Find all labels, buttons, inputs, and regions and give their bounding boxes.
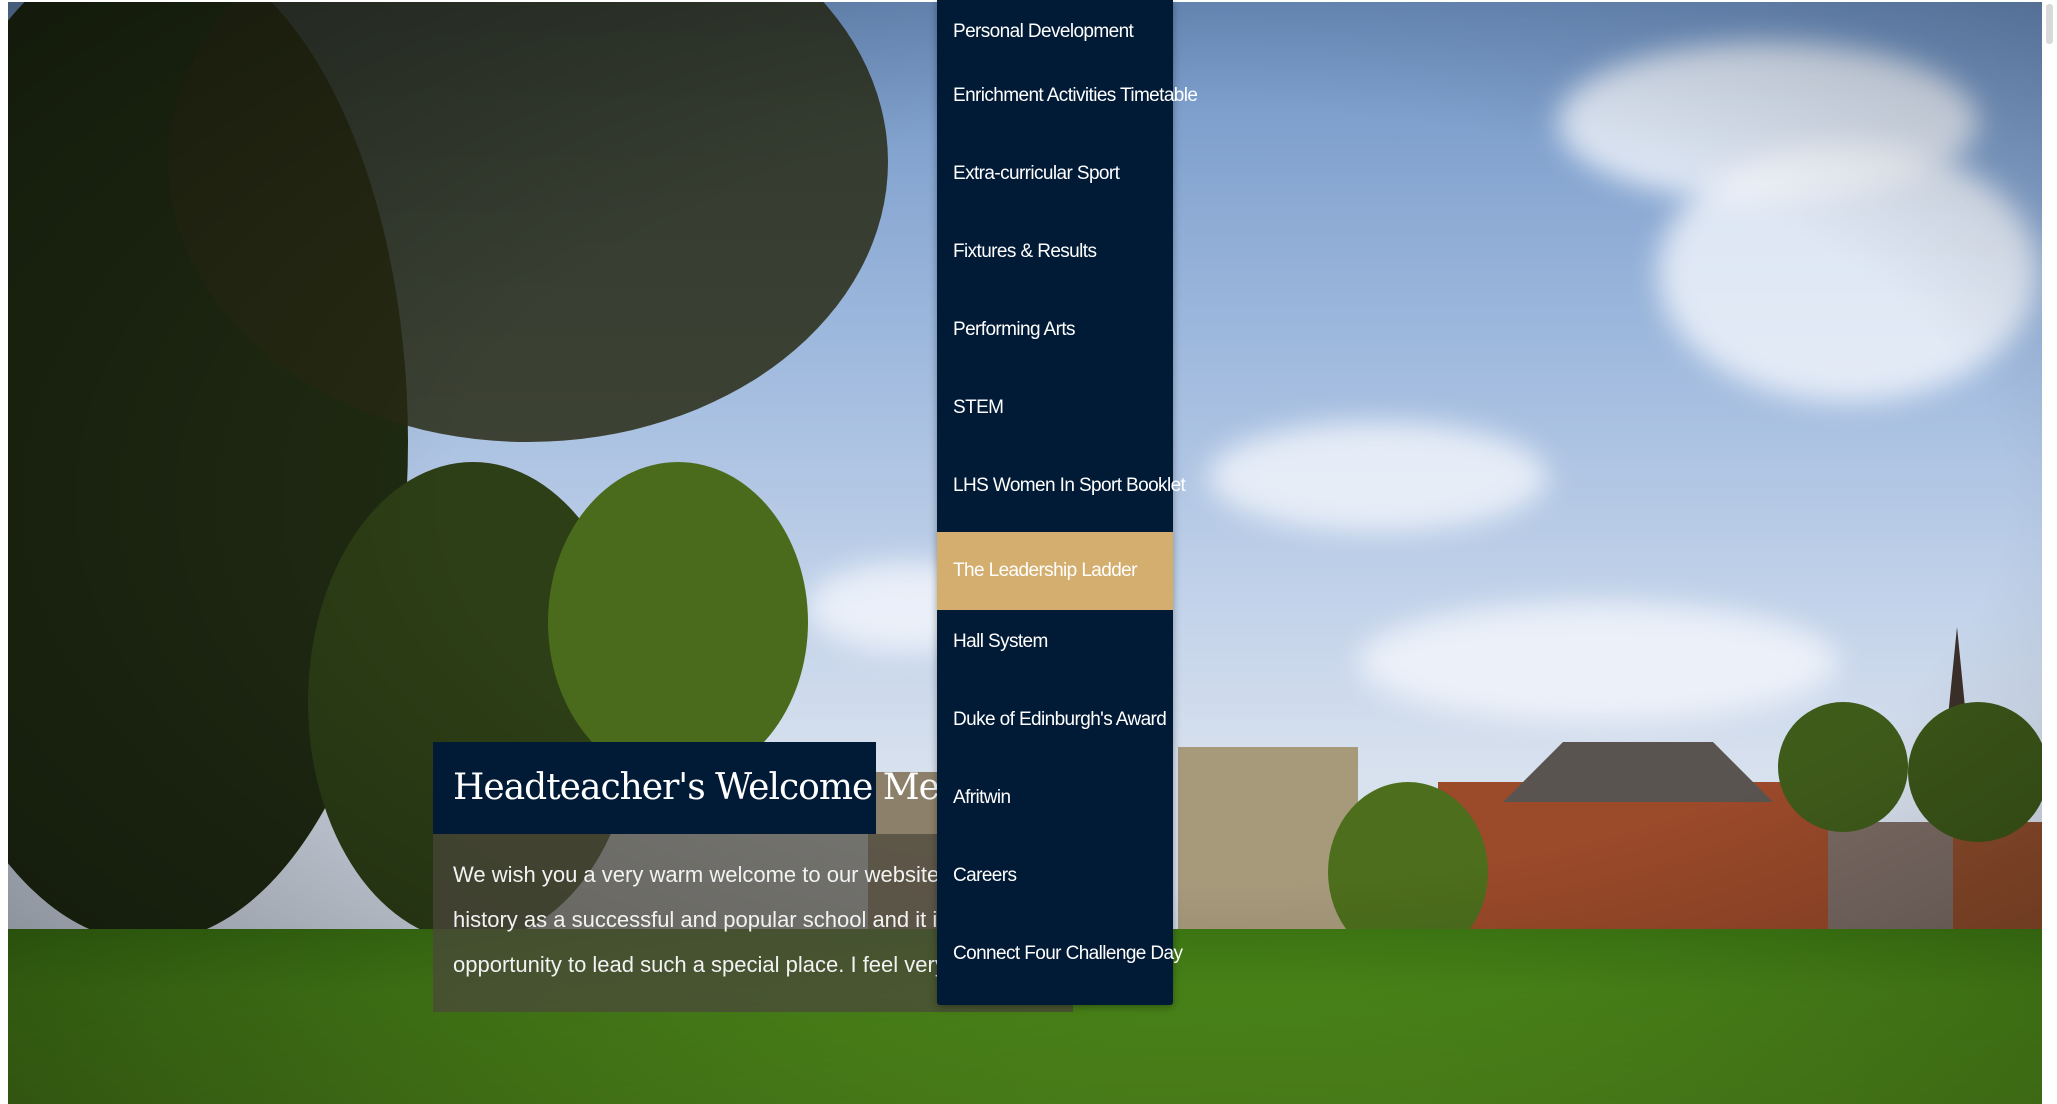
menu-item-extra-curricular-sport[interactable]: Extra-curricular Sport [937,142,1173,220]
menu-item-duke-of-edinburgh-award[interactable]: Duke of Edinburgh's Award [937,688,1173,766]
menu-item-performing-arts[interactable]: Performing Arts [937,298,1173,376]
menu-item-enrichment-activities-timetable[interactable]: Enrichment Activities Timetable [937,64,1198,142]
menu-item-careers[interactable]: Careers [937,844,1173,922]
menu-item-women-in-sport-booklet[interactable]: LHS Women In Sport Booklet [937,454,1186,532]
menu-item-fixtures-results[interactable]: Fixtures & Results [937,220,1173,298]
menu-item-hall-system[interactable]: Hall System [937,610,1173,688]
menu-item-leadership-ladder[interactable]: The Leadership Ladder [937,532,1173,610]
dropdown-menu: Personal Development Enrichment Activiti… [937,0,1198,1005]
menu-item-afritwin[interactable]: Afritwin [937,766,1173,844]
menu-item-connect-four-challenge-day[interactable]: Connect Four Challenge Day [937,922,1183,1000]
page-scrollbar[interactable] [2042,0,2057,1104]
menu-item-stem[interactable]: STEM [937,376,1173,454]
welcome-title[interactable]: Headteacher's Welcome Message [433,742,1038,834]
page: Headteacher's Welcome Message We wish yo… [0,0,2057,1104]
menu-item-personal-development[interactable]: Personal Development [937,0,1173,64]
scrollbar-thumb[interactable] [2046,4,2053,44]
